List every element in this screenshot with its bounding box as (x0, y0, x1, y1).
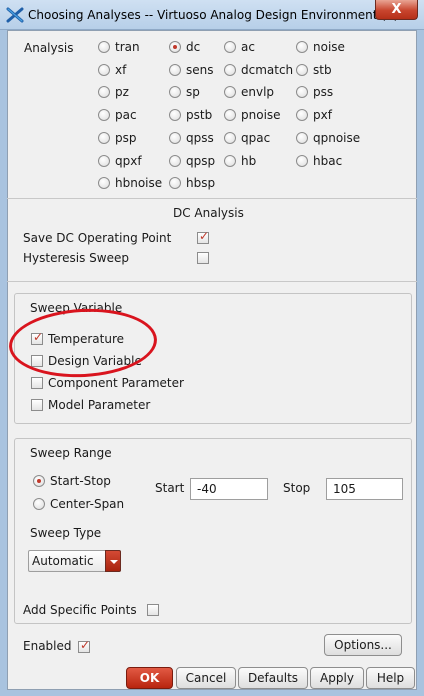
component-parameter-label: Component Parameter (48, 376, 184, 390)
checkmark-icon: ✓ (198, 229, 210, 243)
start-label: Start (155, 481, 185, 495)
add-specific-points-checkbox[interactable] (147, 604, 159, 616)
analysis-radio-stb[interactable] (296, 64, 308, 76)
start-stop-radio[interactable] (33, 475, 45, 487)
add-specific-points-label: Add Specific Points (23, 603, 137, 617)
dc-analysis-heading: DC Analysis (173, 206, 244, 220)
analysis-radio-envlp[interactable] (224, 86, 236, 98)
analysis-radio-hbsp[interactable] (169, 177, 181, 189)
ok-button[interactable]: OK (126, 667, 173, 689)
defaults-button[interactable]: Defaults (238, 667, 308, 689)
analysis-radio-sens[interactable] (169, 64, 181, 76)
analysis-label-qpnoise: qpnoise (313, 131, 361, 145)
sweep-type-dropdown[interactable]: Automatic (28, 550, 121, 572)
analysis-radio-hbnoise[interactable] (98, 177, 110, 189)
component-parameter-checkbox[interactable] (31, 377, 43, 389)
analysis-label-ac: ac (241, 40, 255, 54)
analysis-radio-qpnoise[interactable] (296, 132, 308, 144)
help-button[interactable]: Help (366, 667, 415, 689)
analysis-radio-tran[interactable] (98, 41, 110, 53)
analysis-label-pnoise: pnoise (241, 108, 281, 122)
analysis-radio-pac[interactable] (98, 109, 110, 121)
sweep-range-title: Sweep Range (30, 446, 112, 460)
analysis-radio-ac[interactable] (224, 41, 236, 53)
enabled-label: Enabled (23, 639, 72, 653)
center-span-radio[interactable] (33, 498, 45, 510)
analysis-label-xf: xf (115, 63, 127, 77)
save-dc-op-label: Save DC Operating Point (23, 231, 172, 245)
sweep-type-title: Sweep Type (30, 526, 102, 540)
window-title: Choosing Analyses -- Virtuoso Analog Des… (28, 8, 399, 22)
model-parameter-label: Model Parameter (48, 398, 151, 412)
analysis-label-pstb: pstb (186, 108, 213, 122)
enabled-checkbox[interactable]: ✓ (78, 638, 91, 653)
divider (7, 198, 417, 199)
stop-label: Stop (283, 481, 311, 495)
analysis-label-sens: sens (186, 63, 214, 77)
sweep-type-value: Automatic (32, 554, 94, 568)
analysis-label-psp: psp (115, 131, 137, 145)
save-dc-op-checkbox[interactable]: ✓ (197, 229, 210, 244)
start-stop-label: Start-Stop (50, 474, 111, 488)
divider (7, 281, 417, 282)
analysis-radio-dcmatch[interactable] (224, 64, 236, 76)
analysis-label-pss: pss (313, 85, 334, 99)
analysis-radio-qpac[interactable] (224, 132, 236, 144)
close-button[interactable]: X (375, 0, 418, 20)
stop-input[interactable]: 105 (326, 478, 403, 500)
analysis-radio-noise[interactable] (296, 41, 308, 53)
analysis-label-hbnoise: hbnoise (115, 176, 163, 190)
analysis-label-pac: pac (115, 108, 137, 122)
apply-button[interactable]: Apply (310, 667, 364, 689)
analysis-label-stb: stb (313, 63, 332, 77)
analysis-label-qpss: qpss (186, 131, 214, 145)
analysis-radio-pss[interactable] (296, 86, 308, 98)
analysis-label-hb: hb (241, 154, 257, 168)
analysis-radio-pz[interactable] (98, 86, 110, 98)
analysis-label-qpac: qpac (241, 131, 271, 145)
analysis-radio-pxf[interactable] (296, 109, 308, 121)
analysis-label-qpsp: qpsp (186, 154, 216, 168)
model-parameter-checkbox[interactable] (31, 399, 43, 411)
analysis-label-sp: sp (186, 85, 200, 99)
analysis-radio-hb[interactable] (224, 155, 236, 167)
analysis-label-noise: noise (313, 40, 345, 54)
analysis-label-qpxf: qpxf (115, 154, 142, 168)
center-span-label: Center-Span (50, 497, 125, 511)
analysis-label-pz: pz (115, 85, 129, 99)
analysis-label: Analysis (24, 41, 74, 55)
hysteresis-sweep-label: Hysteresis Sweep (23, 251, 129, 265)
analysis-radio-psp[interactable] (98, 132, 110, 144)
analysis-radio-qpxf[interactable] (98, 155, 110, 167)
virtuoso-app-icon (6, 7, 24, 23)
analysis-label-hbsp: hbsp (186, 176, 216, 190)
analysis-label-tran: tran (115, 40, 140, 54)
checkmark-icon: ✓ (79, 638, 91, 652)
analysis-radio-sp[interactable] (169, 86, 181, 98)
analysis-radio-qpss[interactable] (169, 132, 181, 144)
analysis-radio-qpsp[interactable] (169, 155, 181, 167)
options-button[interactable]: Options... (324, 634, 402, 656)
analysis-label-hbac: hbac (313, 154, 343, 168)
analysis-radio-hbac[interactable] (296, 155, 308, 167)
analysis-radio-xf[interactable] (98, 64, 110, 76)
analysis-label-dcmatch: dcmatch (241, 63, 294, 77)
analysis-radio-dc[interactable] (169, 41, 181, 53)
chevron-down-icon[interactable] (105, 550, 121, 572)
analysis-radio-pstb[interactable] (169, 109, 181, 121)
hysteresis-sweep-checkbox[interactable] (197, 252, 209, 264)
analysis-label-envlp: envlp (241, 85, 275, 99)
analysis-label-pxf: pxf (313, 108, 332, 122)
cancel-button[interactable]: Cancel (176, 667, 236, 689)
analysis-radio-pnoise[interactable] (224, 109, 236, 121)
start-input[interactable]: -40 (190, 478, 268, 500)
title-bar: Choosing Analyses -- Virtuoso Analog Des… (0, 0, 424, 30)
analysis-label-dc: dc (186, 40, 201, 54)
